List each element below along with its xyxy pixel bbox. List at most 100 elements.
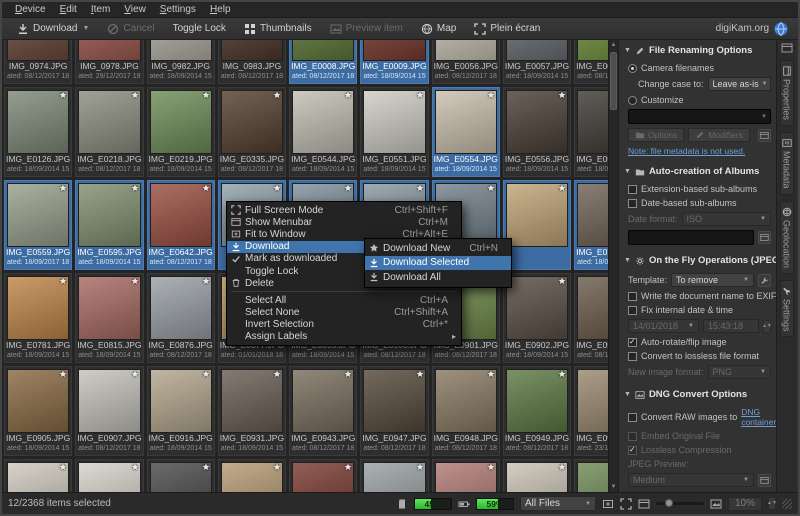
auto-rotate-checkbox[interactable] [628,338,637,347]
date-picker[interactable]: 14/01/2018 ▼ [628,319,699,333]
thumbnail-cell[interactable] [75,459,143,492]
thumbnail-cell[interactable] [432,459,500,492]
album-format-input[interactable] [628,230,754,245]
thumbnail-cell[interactable]: IMG_E0126.JPGated: 18/09/2014 15 [4,87,72,177]
time-spinner[interactable]: ▲▼ [763,320,771,333]
menu-item-invert-selection[interactable]: Invert SelectionCtrl+* [227,319,461,331]
thumbnail-cell[interactable]: IMG_E0219.JPGated: 18/09/2014 15 [147,87,215,177]
thumbnail-cell[interactable]: IMG_E0335.JPGated: 08/12/2017 18 [218,87,286,177]
thumbnail-cell[interactable] [218,459,286,492]
thumbnail-cell[interactable]: IMG_E0551.JPGated: 18/09/2014 15 [360,87,428,177]
scroll-down-icon[interactable]: ▼ [609,482,618,492]
menu-item-select-none[interactable]: Select NoneCtrl+Shift+A [227,307,461,319]
date-subalbums-checkbox[interactable] [628,199,637,208]
tab-settings[interactable]: Settings [780,280,794,338]
scrollbar-handle[interactable] [610,52,617,110]
on-the-fly-header[interactable]: ▼ On the Fly Operations (JPEG only) [624,252,771,269]
thumbnail-cell[interactable]: IMG_E0556.JPGated: 18/09/2014 15 [503,87,571,177]
modifiers-button[interactable]: Modifiers [688,128,749,142]
thumbnail-cell[interactable]: IMG_E0769.JPGated: 18/09/2014 15 [574,180,608,270]
menu-item-show-menubar[interactable]: Show MenubarCtrl+M [227,216,461,228]
thumbnail-cell[interactable]: IMG_E0083.JPGated: 08/12/2017 18 [574,40,608,84]
thumbnail-cell[interactable]: IMG_E0931.JPGated: 18/09/2014 15 [218,366,286,456]
toolbar-preview-item-button[interactable]: Preview item [323,21,410,37]
file-renaming-header[interactable]: ▼ File Renaming Options [624,42,771,59]
thumbnail-cell[interactable]: IMG_E0554.JPGated: 18/09/2014 15 [432,87,500,177]
menu-item-download-selected[interactable]: Download Selected [365,256,511,271]
slider-handle[interactable] [665,499,673,507]
panel-toggle-icon[interactable] [781,42,793,54]
toolbar-toggle-lock-button[interactable]: Toggle Lock [166,21,233,36]
dng-container-link[interactable]: DNG container [741,407,776,427]
thumbnail-cell[interactable]: IMG_E0957.JPGated: 23/10/2016 17 [574,366,608,456]
new-format-select[interactable]: PNG ▼ [708,365,771,379]
auto-albums-header[interactable]: ▼ Auto-creation of Albums [624,163,771,180]
thumbnail-cell[interactable]: IMG_E0781.JPGated: 18/09/2014 15 [4,273,72,363]
zoom-fit-icon[interactable] [602,498,614,510]
thumbnail-cell[interactable]: IMG_E0056.JPGated: 08/12/2017 18 [432,40,500,84]
thumbnail-cell[interactable]: IMG_E0903.JPGated: 08/12/2017 18 [574,273,608,363]
thumbnail-cell[interactable]: IMG_0978.JPGated: 29/12/2017 19 [75,40,143,84]
menu-item-download-all[interactable]: Download All [365,270,511,285]
menu-item-select-all[interactable]: Select AllCtrl+A [227,294,461,306]
zoom-level-box[interactable]: 10% [728,497,762,511]
scroll-up-icon[interactable]: ▲ [609,40,618,50]
menu-settings[interactable]: Settings [153,3,203,16]
extension-subalbums-checkbox[interactable] [628,185,637,194]
thumbnail-cell[interactable] [574,459,608,492]
thumbnail-cell[interactable]: IMG_E0902.JPGated: 18/09/2014 15 [503,273,571,363]
album-format-edit-icon[interactable] [758,231,771,244]
thumbnail-cell[interactable]: IMG_E0557.JPGated: 18/09/2014 15 [574,87,608,177]
fix-date-checkbox[interactable] [628,306,637,315]
thumbnail-cell[interactable]: IMG_E0815.JPGated: 18/09/2014 15 [75,273,143,363]
tab-geolocation[interactable]: Geolocation [780,201,794,274]
change-case-select[interactable]: Leave as-is ▼ [708,77,771,91]
menu-edit[interactable]: Edit [53,3,84,16]
thumbnail-cell[interactable]: IMG_E0008.JPGated: 08/12/2017 18 [289,40,357,84]
thumbnail-cell[interactable]: IMG_E0559.JPGated: 18/09/2017 18 [4,180,72,270]
thumbnail-cell[interactable]: IMG_E0544.JPGated: 18/09/2014 15 [289,87,357,177]
thumbnail-cell[interactable]: IMG_E0057.JPGated: 18/09/2014 15 [503,40,571,84]
menu-item-assign-labels[interactable]: Assign Labels▸ [227,331,461,343]
template-select[interactable]: To remove ▼ [671,273,754,287]
thumbnail-cell[interactable]: IMG_E0916.JPGated: 18/09/2014 15 [147,366,215,456]
thumbnail-cell[interactable] [4,459,72,492]
camera-filenames-radio[interactable] [628,64,637,73]
thumbnail-cell[interactable]: IMG_E0943.JPGated: 08/12/2017 18 [289,366,357,456]
menu-view[interactable]: View [117,3,153,16]
toolbar-cancel-button[interactable]: Cancel [100,21,161,37]
thumbnail-cell[interactable]: IMG_E0948.JPGated: 08/12/2017 18 [432,366,500,456]
thumbnail-cell[interactable] [360,459,428,492]
menu-device[interactable]: Device [8,3,53,16]
options-button[interactable]: Options [628,128,684,142]
thumbnail-cell[interactable] [147,459,215,492]
thumbnail-cell[interactable]: IMG_E0642.JPGated: 08/12/2017 18 [147,180,215,270]
template-edit-icon[interactable] [758,274,771,287]
thumbnail-cell[interactable]: IMG_E0905.JPGated: 18/09/2014 15 [4,366,72,456]
metadata-note-link[interactable]: Note: file metadata is not used. [628,146,745,156]
zoom-spinner[interactable]: ▲▼ [768,497,776,510]
customize-radio[interactable] [628,96,637,105]
menu-help[interactable]: Help [203,3,238,16]
tab-metadata[interactable]: Metadata [780,132,794,195]
thumbnail-cell[interactable]: IMG_E0009.JPGated: 18/09/2014 15 [360,40,428,84]
thumbnail-cell[interactable]: IMG_E0595.JPGated: 18/09/2014 15 [75,180,143,270]
toolbar-map-button[interactable]: Map [414,21,463,37]
thumbnail-cell[interactable]: IMG_E0947.JPGated: 08/12/2017 18 [360,366,428,456]
zoom-original-icon[interactable] [620,498,632,510]
menu-item-full-screen-mode[interactable]: Full Screen ModeCtrl+Shift+F [227,204,461,216]
window-resize-grip[interactable] [782,499,792,509]
zoom-in-icon[interactable] [710,498,722,510]
lossless-convert-checkbox[interactable] [628,352,637,361]
thumbnail-size-slider[interactable] [656,502,704,505]
dng-settings-icon[interactable] [758,474,771,487]
thumbnail-cell[interactable] [503,180,571,270]
lossless-compression-checkbox[interactable] [628,446,637,455]
toolbar-thumbnails-button[interactable]: Thumbnails [237,21,319,37]
jpeg-preview-select[interactable]: Medium ▼ [628,473,754,487]
rename-pattern-input[interactable]: ▼ [628,109,771,124]
exif-name-checkbox[interactable] [628,292,637,301]
thumbnail-cell[interactable]: IMG_E0876.JPGated: 08/12/2017 18 [147,273,215,363]
thumbnail-cell[interactable]: IMG_E0907.JPGated: 08/12/2017 18 [75,366,143,456]
thumbnail-cell[interactable]: IMG_0983.JPGated: 08/12/2017 18 [218,40,286,84]
